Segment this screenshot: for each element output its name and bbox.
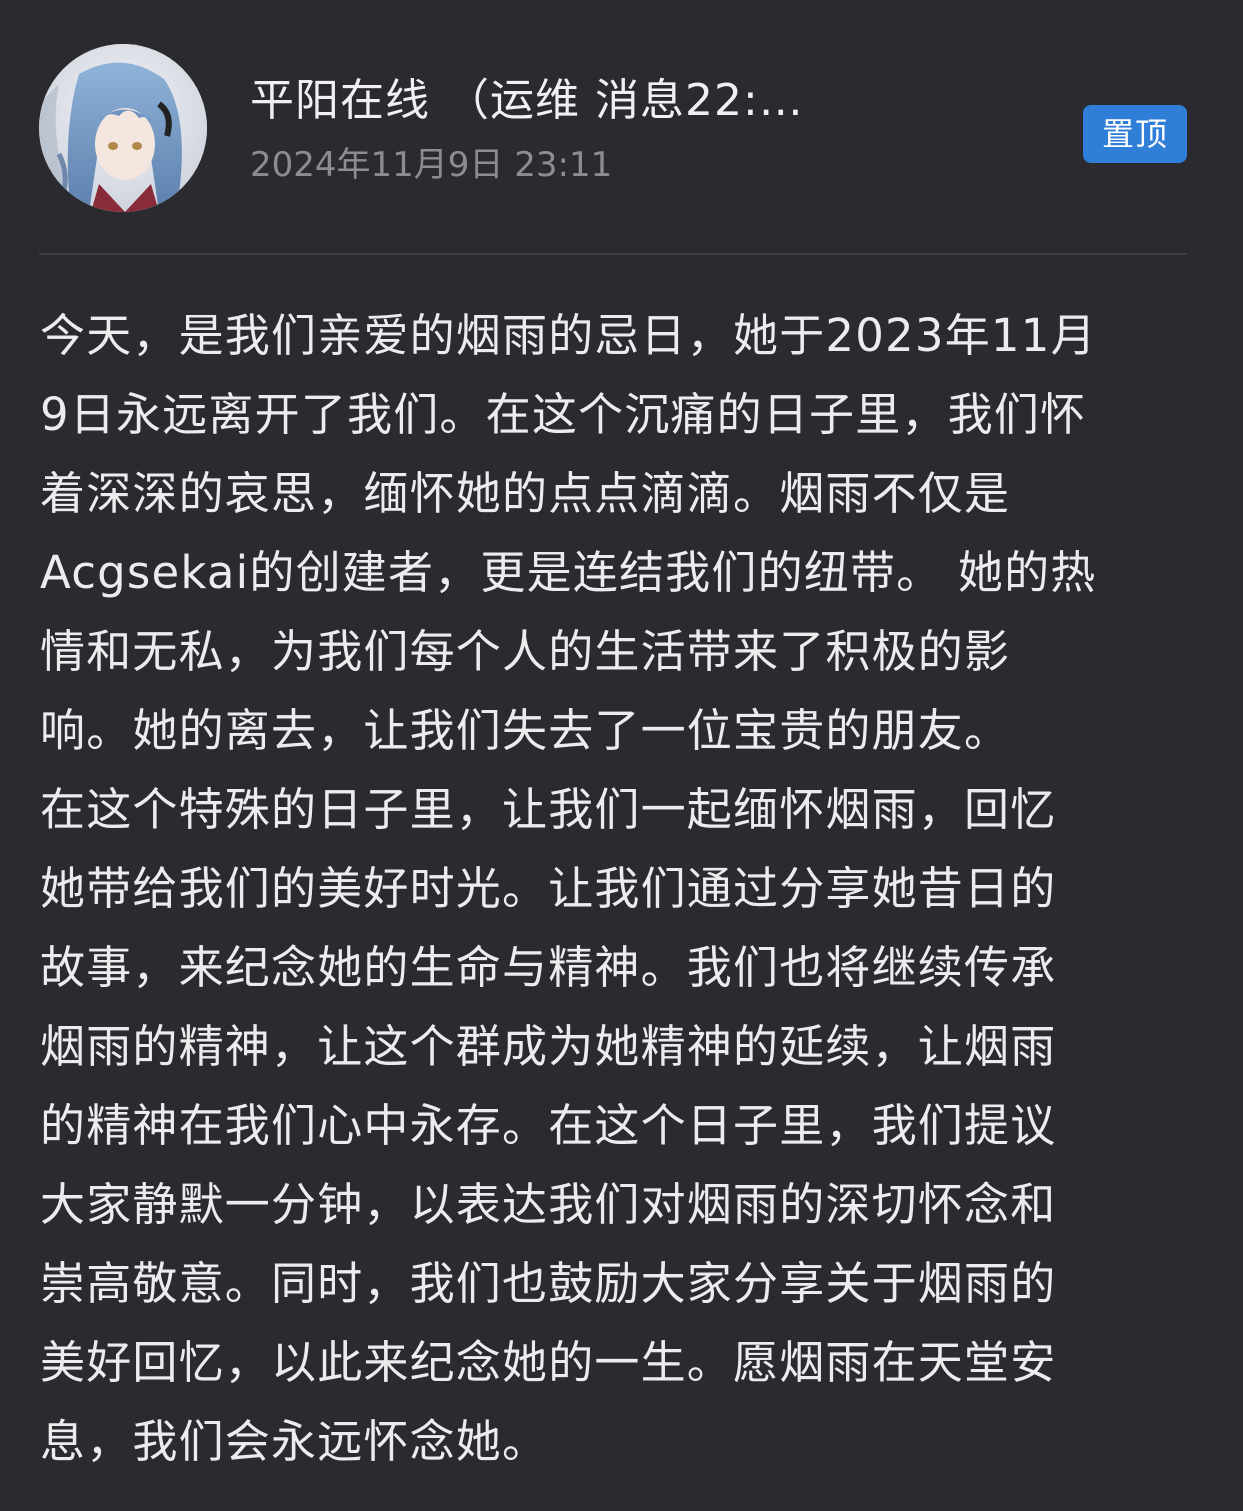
content-line: 在这个特殊的日子里，让我们一起缅怀烟雨，回忆 xyxy=(40,783,1057,836)
content-line: 着深深的哀思，缅怀她的点点滴滴。烟雨不仅是 xyxy=(40,467,1011,520)
content-line: 息，我们会永远怀念她。 xyxy=(40,1415,549,1468)
content-line: 大家静默一分钟，以表达我们对烟雨的深切怀念和 xyxy=(40,1178,1057,1231)
content-line: 烟雨的精神，让这个群成为她精神的延续，让烟雨 xyxy=(40,1020,1057,1073)
content-line: 故事，来纪念她的生命与精神。我们也将继续传承 xyxy=(40,941,1057,994)
anime-character-avatar-icon xyxy=(39,44,207,212)
header-divider xyxy=(39,253,1187,255)
content-line: 9日永远离开了我们。在这个沉痛的日子里，我们怀 xyxy=(40,388,1087,441)
content-line: 今天，是我们亲爱的烟雨的忌日，她于2023年11月 xyxy=(40,309,1097,362)
author-avatar[interactable] xyxy=(39,44,207,212)
content-line: 她带给我们的美好时光。让我们通过分享她昔日的 xyxy=(40,862,1057,915)
content-line: 的精神在我们心中永存。在这个日子里，我们提议 xyxy=(40,1099,1057,1152)
content-line: 美好回忆，以此来纪念她的一生。愿烟雨在天堂安 xyxy=(40,1336,1057,1389)
post-header: 平阳在线 （运维 消息22:… 2024年11月9日 23:11 置顶 xyxy=(0,0,1243,256)
content-line: 情和无私，为我们每个人的生活带来了积极的影 xyxy=(40,625,1011,678)
author-name[interactable]: 平阳在线 （运维 消息22:… xyxy=(250,68,860,134)
content-line: 崇高敬意。同时，我们也鼓励大家分享关于烟雨的 xyxy=(40,1257,1057,1310)
post-timestamp: 2024年11月9日 23:11 xyxy=(250,145,613,185)
post-detail-page: 平阳在线 （运维 消息22:… 2024年11月9日 23:11 置顶 今天，是… xyxy=(0,0,1243,1511)
post-content: 今天，是我们亲爱的烟雨的忌日，她于2023年11月 9日永远离开了我们。在这个沉… xyxy=(40,296,1190,1481)
content-line: 响。她的离去，让我们失去了一位宝贵的朋友。 xyxy=(40,704,1011,757)
content-line: Acgsekai的创建者，更是连结我们的纽带。 她的热 xyxy=(40,546,1097,599)
pinned-badge: 置顶 xyxy=(1083,105,1187,163)
